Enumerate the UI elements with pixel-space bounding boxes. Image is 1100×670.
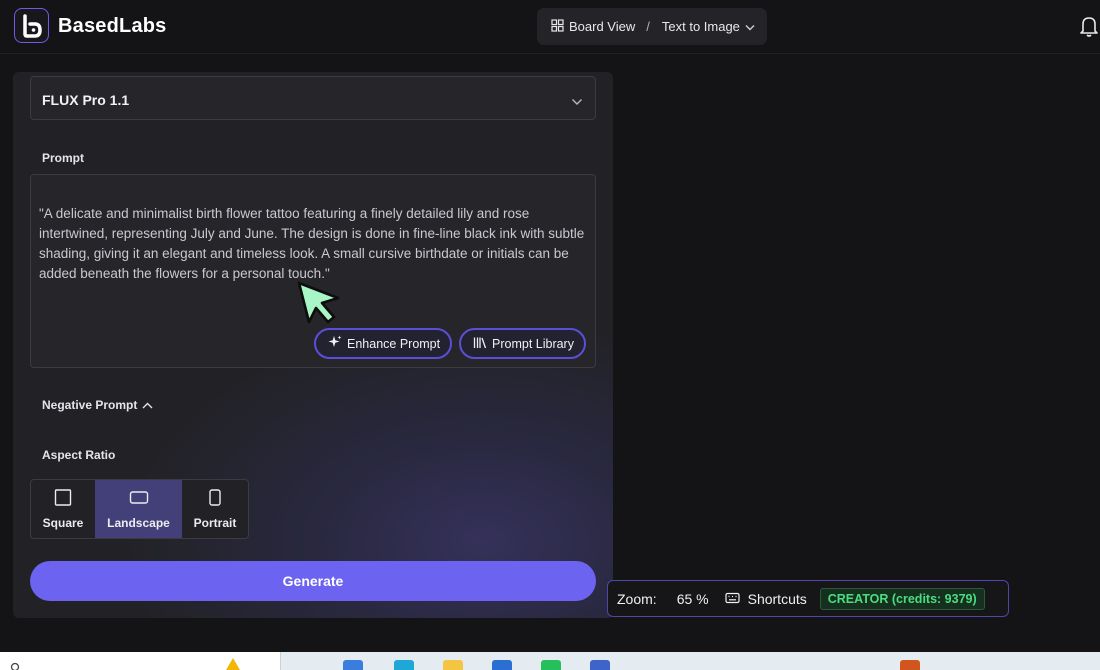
generation-panel: FLUX Pro 1.1 Prompt "A delicate and mini… xyxy=(13,72,613,618)
sparkle-icon xyxy=(328,335,347,352)
zoom-label: Zoom: xyxy=(617,590,657,607)
top-header: BasedLabs Board View / Text to Image xyxy=(0,0,1100,54)
aspect-ratio-label: Aspect Ratio xyxy=(42,448,116,462)
aspect-landscape-label: Landscape xyxy=(107,516,170,530)
search-icon xyxy=(10,661,22,670)
keyboard-icon xyxy=(725,591,748,607)
plan-credits-badge[interactable]: CREATOR (credits: 9379) xyxy=(819,587,985,610)
logo-icon[interactable] xyxy=(14,8,49,43)
breadcrumb-board-view[interactable]: Board View xyxy=(569,19,635,34)
prompt-textarea[interactable]: "A delicate and minimalist birth flower … xyxy=(30,174,596,368)
aspect-ratio-selector: Square Landscape Portrait xyxy=(30,479,249,539)
square-icon xyxy=(54,489,72,516)
enhance-prompt-button[interactable]: Enhance Prompt xyxy=(314,328,453,359)
portrait-icon xyxy=(208,489,222,516)
aspect-square-option[interactable]: Square xyxy=(31,480,95,538)
taskbar-app-icon[interactable] xyxy=(590,660,610,670)
os-taskbar xyxy=(0,652,1100,670)
taskbar-widget-icon[interactable] xyxy=(226,658,240,670)
aspect-landscape-option[interactable]: Landscape xyxy=(95,480,182,538)
model-value: FLUX Pro 1.1 xyxy=(42,92,130,108)
cursor-icon xyxy=(296,280,344,331)
taskbar-app-icon[interactable] xyxy=(394,660,414,670)
aspect-portrait-option[interactable]: Portrait xyxy=(182,480,248,538)
canvas-status-bar: Zoom: 65 % Shortcuts CREATOR (credits: 9… xyxy=(607,580,1009,617)
prompt-library-button[interactable]: Prompt Library xyxy=(459,328,586,359)
bell-icon[interactable] xyxy=(1078,14,1100,43)
taskbar-app-icon[interactable] xyxy=(443,660,463,670)
prompt-text[interactable]: "A delicate and minimalist birth flower … xyxy=(39,204,589,284)
taskbar-search[interactable] xyxy=(0,652,281,670)
model-select[interactable]: FLUX Pro 1.1 xyxy=(30,76,596,120)
taskbar-weather-icon[interactable] xyxy=(900,660,920,670)
landscape-icon xyxy=(129,489,149,516)
taskbar-app-icon[interactable] xyxy=(541,660,561,670)
negative-prompt-label: Negative Prompt xyxy=(42,398,138,412)
shortcuts-label: Shortcuts xyxy=(747,590,807,607)
prompt-label: Prompt xyxy=(42,151,84,165)
breadcrumb-separator: / xyxy=(646,19,650,34)
aspect-square-label: Square xyxy=(42,516,84,530)
shortcuts-button[interactable]: Shortcuts xyxy=(725,591,807,607)
taskbar-app-icon[interactable] xyxy=(343,660,363,670)
aspect-portrait-label: Portrait xyxy=(193,516,237,530)
chevron-up-icon xyxy=(137,398,153,412)
breadcrumb-text-to-image[interactable]: Text to Image xyxy=(662,19,740,34)
zoom-value[interactable]: 65 % xyxy=(677,591,709,607)
enhance-prompt-label: Enhance Prompt xyxy=(347,336,441,351)
chevron-down-icon[interactable] xyxy=(745,19,755,34)
taskbar-app-icon[interactable] xyxy=(492,660,512,670)
chevron-down-icon xyxy=(571,93,583,111)
breadcrumb: Board View / Text to Image xyxy=(537,8,767,45)
library-icon xyxy=(473,336,492,352)
grid-icon xyxy=(551,18,564,35)
generate-button[interactable]: Generate xyxy=(30,561,596,601)
app-name[interactable]: BasedLabs xyxy=(58,15,167,38)
negative-prompt-toggle[interactable]: Negative Prompt xyxy=(42,398,153,412)
prompt-library-label: Prompt Library xyxy=(492,336,574,351)
